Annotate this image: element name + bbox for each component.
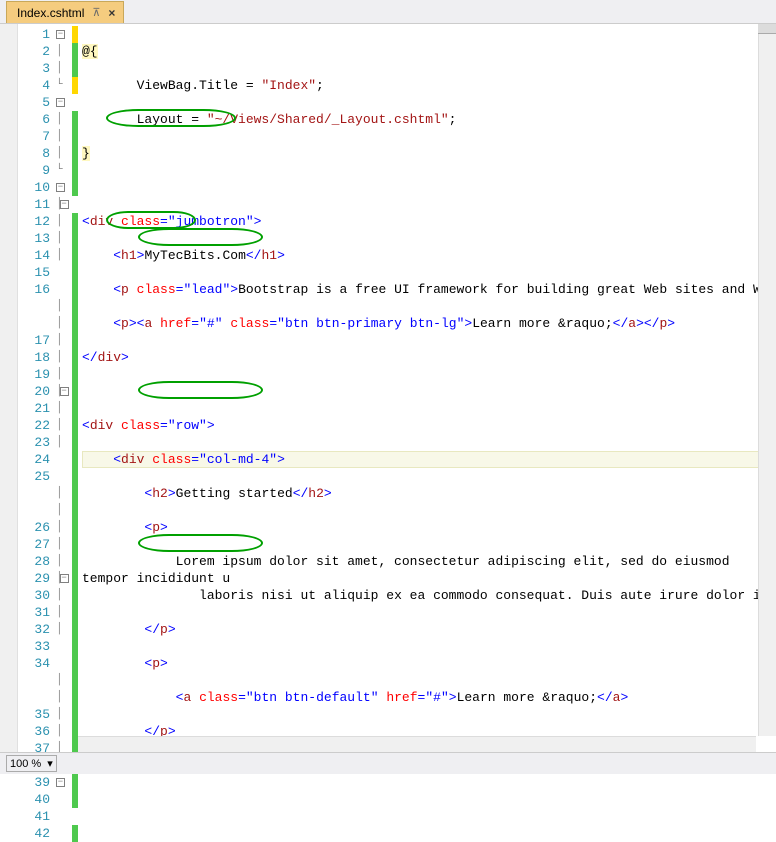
- horizontal-scrollbar[interactable]: [78, 736, 756, 752]
- file-tab[interactable]: Index.cshtml ⊼ ×: [6, 1, 124, 23]
- indicator-margin: [0, 24, 18, 752]
- vertical-scrollbar[interactable]: [758, 24, 776, 736]
- close-icon[interactable]: ×: [108, 6, 115, 20]
- zoom-dropdown[interactable]: 100 % ▾: [6, 755, 57, 772]
- line-number-gutter: 1234567891011121314151617181920212223242…: [18, 24, 56, 752]
- tab-title: Index.cshtml: [17, 6, 84, 20]
- status-bar: 100 % ▾: [0, 752, 776, 774]
- outlining-gutter[interactable]: −││└−│││└−│−│││││││││−│││││││││−││││││││…: [56, 24, 72, 752]
- code-content[interactable]: @{ ViewBag.Title = "Index"; Layout = "~/…: [78, 24, 776, 752]
- chevron-down-icon: ▾: [47, 757, 53, 770]
- tab-bar: Index.cshtml ⊼ ×: [0, 0, 776, 24]
- highlight-oval-colmd4-1: [138, 228, 263, 246]
- zoom-value: 100 %: [10, 758, 41, 770]
- pin-icon[interactable]: ⊼: [92, 6, 100, 19]
- splitter-handle[interactable]: [758, 24, 776, 34]
- highlight-oval-colmd4-3: [138, 534, 263, 552]
- code-editor[interactable]: 1234567891011121314151617181920212223242…: [0, 24, 776, 752]
